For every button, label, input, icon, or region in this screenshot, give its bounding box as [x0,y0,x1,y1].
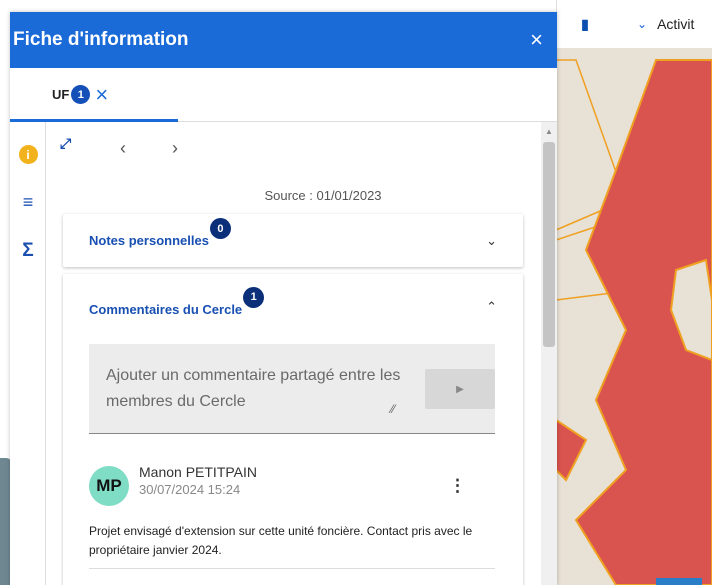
source-date: Source : 01/01/2023 [264,188,382,203]
comment-placeholder: Ajouter un commentaire partagé entre les… [106,367,401,410]
notes-title-text: Notes personnelles [89,233,209,248]
tab-bar: UF 1 × [10,68,557,122]
comments-title-text: Commentaires du Cercle [89,301,243,317]
send-button[interactable]: ▶ [425,369,495,409]
comments-card: Commentaires du Cercle 1 ⌃ Ajouter un co… [63,274,523,585]
tab-badge: 1 [71,85,91,104]
map-icon[interactable]: ▮ [577,16,593,32]
nav-row: ⤢ ‹ › [46,136,526,159]
comments-count-badge: 1 [243,286,265,308]
notes-card: Notes personnelles 0 ⌄ [63,214,523,267]
tab-uf[interactable]: UF 1 × [52,68,108,121]
info-panel: Fiche d'information × UF 1 × i ≡ Σ ⤢ ‹ ›… [10,12,557,585]
avatar: MP [89,466,129,506]
comment-author: Manon PETITPAIN [139,464,258,480]
layer-selector-label[interactable]: Activit [657,16,694,32]
resize-grip-icon[interactable]: ⁄⁄ [391,402,395,416]
send-icon: ▶ [456,383,464,395]
panel-header: Fiche d'information × [10,12,557,68]
side-rail: i ≡ Σ [10,122,46,585]
comment-text: Projet envisagé d'extension sur cette un… [89,524,473,557]
next-icon[interactable]: › [172,138,178,159]
map-parcels [556,0,712,585]
tab-close-icon[interactable]: × [95,83,108,106]
comments-card-header[interactable]: Commentaires du Cercle 1 ⌃ [63,274,523,344]
comments-title: Commentaires du Cercle 1 [89,286,265,317]
app-root: ▮ ⌄ Activit Fiche d'information × UF 1 ×… [0,0,712,585]
scrollbar[interactable]: ▲ [541,122,557,585]
chevron-down-icon[interactable]: ⌄ [637,17,647,31]
comment-input[interactable]: Ajouter un commentaire partagé entre les… [89,344,495,434]
notes-count-badge: 0 [209,218,231,239]
chevron-down-icon[interactable]: ⌄ [486,233,497,249]
scroll-up-icon[interactable]: ▲ [545,127,553,136]
close-icon[interactable]: × [530,27,543,53]
info-icon: i [18,145,38,164]
notes-card-header[interactable]: Notes personnelles 0 ⌄ [63,214,523,267]
scroll-thumb[interactable] [543,142,555,347]
info-rail-button[interactable]: i [10,145,46,164]
content-area: ⤢ ‹ › Source : 01/01/2023 Notes personne… [46,122,543,585]
divider [89,568,495,569]
list-icon[interactable]: ≡ [10,192,46,213]
comment-date: 30/07/2024 15:24 [139,482,241,497]
tab-label: UF [52,87,70,102]
notes-title: Notes personnelles 0 [89,218,231,248]
panel-body: i ≡ Σ ⤢ ‹ › Source : 01/01/2023 Notes pe… [10,122,557,585]
more-options-icon[interactable]: ⋮ [449,476,466,496]
map-view[interactable] [556,0,712,585]
expand-icon[interactable]: ⤢ [60,136,71,150]
sigma-icon[interactable]: Σ [10,240,46,262]
panel-title: Fiche d'information [13,29,189,50]
chevron-up-icon[interactable]: ⌃ [486,299,497,315]
previous-icon[interactable]: ‹ [120,138,126,159]
map-toolbar: ▮ ⌄ Activit [556,0,712,48]
